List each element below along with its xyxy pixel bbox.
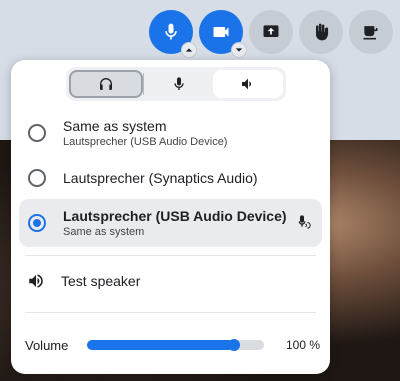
radio-button-selected[interactable] xyxy=(28,214,46,232)
volume-row: Volume 100 % xyxy=(25,336,320,354)
audio-device-type-selector xyxy=(66,67,286,101)
speaker-option-usb-audio[interactable]: Lautsprecher (USB Audio Device) Same as … xyxy=(19,199,322,247)
camera-options-caret[interactable] xyxy=(231,42,247,58)
option-subtitle: Lautsprecher (USB Audio Device) xyxy=(63,136,228,148)
audio-output-panel: Same as system Lautsprecher (USB Audio D… xyxy=(11,60,330,374)
volume-slider-thumb[interactable] xyxy=(227,339,240,351)
microphone-options-caret[interactable] xyxy=(181,42,197,58)
share-screen-button[interactable] xyxy=(249,10,293,54)
coffee-break-button[interactable] xyxy=(349,10,393,54)
coffee-cup-icon xyxy=(363,26,378,40)
option-subtitle: Same as system xyxy=(63,226,145,238)
caret-up-icon xyxy=(185,48,193,52)
microphone-icon xyxy=(165,23,177,40)
headphones-icon xyxy=(99,78,112,90)
option-title: Lautsprecher (USB Audio Device) xyxy=(63,208,287,224)
raise-hand-icon xyxy=(316,23,329,41)
tab-speaker[interactable] xyxy=(213,70,284,98)
option-title: Same as system xyxy=(63,118,167,134)
radio-button[interactable] xyxy=(28,124,46,142)
divider xyxy=(25,312,316,313)
option-title: Lautsprecher (Synaptics Audio) xyxy=(63,170,258,186)
test-speaker-label: Test speaker xyxy=(61,273,141,289)
radio-button[interactable] xyxy=(28,169,46,187)
volume-label: Volume xyxy=(25,337,69,353)
test-speaker-button[interactable]: Test speaker xyxy=(27,272,140,290)
speaker-icon xyxy=(29,274,43,288)
speaker-option-same-as-system[interactable]: Same as system Lautsprecher (USB Audio D… xyxy=(19,112,322,154)
volume-slider-fill xyxy=(87,340,234,350)
camera-button[interactable] xyxy=(199,10,247,58)
meeting-toolbar xyxy=(149,10,393,58)
share-screen-icon xyxy=(263,25,279,37)
speaker-option-synaptics[interactable]: Lautsprecher (Synaptics Audio) xyxy=(19,162,322,194)
microphone-icon xyxy=(173,77,184,90)
speaker-icon xyxy=(242,78,252,90)
microphone-button[interactable] xyxy=(149,10,197,58)
caret-down-icon xyxy=(235,48,243,52)
tab-microphone[interactable] xyxy=(144,70,214,98)
speaker-device-icon xyxy=(298,215,311,229)
video-camera-icon xyxy=(213,27,229,37)
tab-headphones[interactable] xyxy=(69,70,143,98)
volume-slider[interactable] xyxy=(87,339,264,351)
volume-value: 100 % xyxy=(285,338,320,352)
divider xyxy=(25,255,316,256)
raise-hand-button[interactable] xyxy=(299,10,343,54)
